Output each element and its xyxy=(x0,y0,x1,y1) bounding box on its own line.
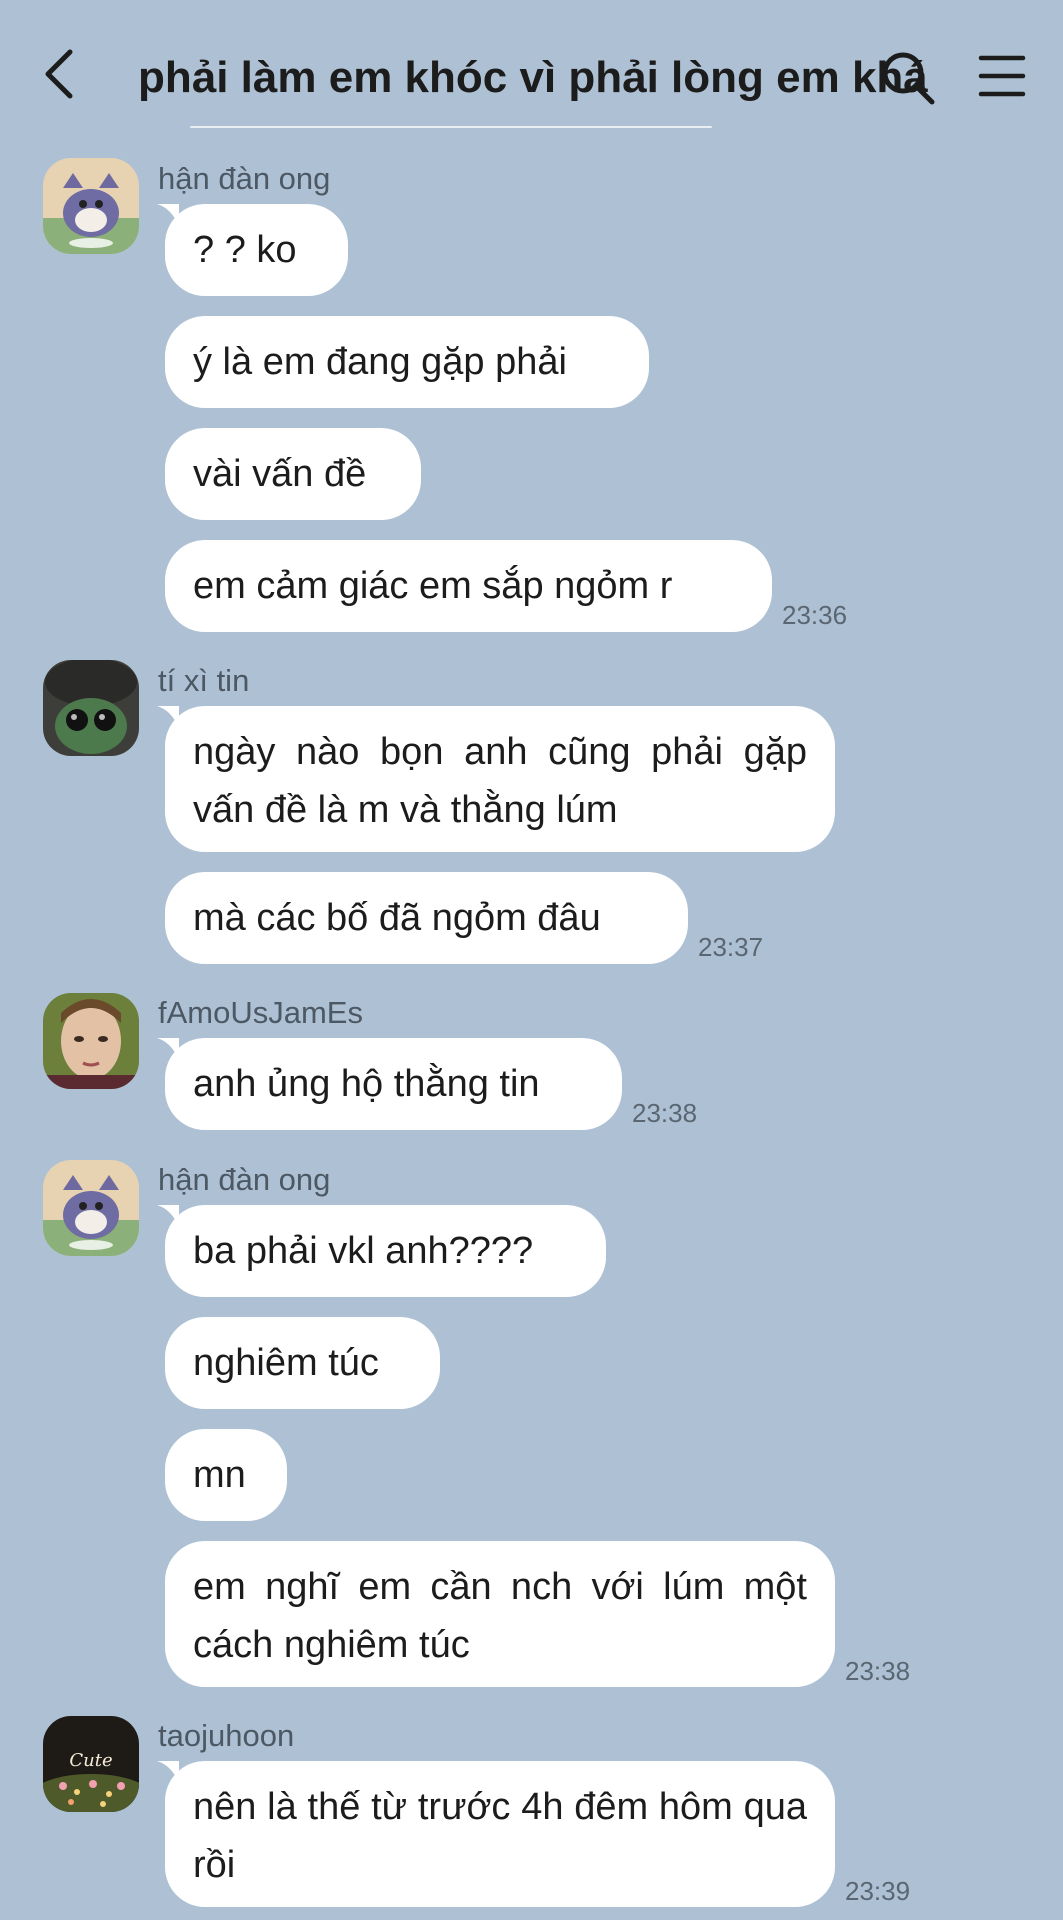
header-divider xyxy=(190,126,712,128)
message-timestamp: 23:36 xyxy=(782,600,848,630)
menu-button[interactable] xyxy=(978,52,1026,100)
message-text: ngày nào bọn anh cũng phải gặp vấn đề là… xyxy=(193,731,807,831)
chevron-left-icon xyxy=(45,49,73,99)
avatar-famousjames[interactable] xyxy=(43,993,139,1089)
message-bubble[interactable]: ? ? ko xyxy=(165,204,348,296)
message-text: anh ủng hộ thằng tin xyxy=(193,1063,540,1105)
message-text: mà các bố đã ngỏm đâu xyxy=(193,897,601,939)
message-bubble[interactable]: em nghĩ em cần nch với lúm một cách nghi… xyxy=(165,1541,835,1687)
avatar-taojuhoon[interactable]: Cute xyxy=(43,1716,139,1812)
message-timestamp: 23:39 xyxy=(845,1876,911,1906)
message-bubble[interactable]: mà các bố đã ngỏm đâu xyxy=(165,872,688,964)
sender-name: hận đàn ong xyxy=(158,161,331,196)
sender-name: taojuhoon xyxy=(158,1718,295,1753)
message-bubble[interactable]: vài vấn đề xyxy=(165,428,421,520)
message-text: ý là em đang gặp phải xyxy=(193,341,567,383)
message-text: ba phải vkl anh???? xyxy=(193,1230,534,1272)
back-button[interactable] xyxy=(38,44,88,104)
chat-title: phải làm em khóc vì phải lòng em khác xyxy=(138,53,928,102)
message-bubble[interactable]: ngày nào bọn anh cũng phải gặp vấn đề là… xyxy=(165,706,835,852)
hamburger-menu-icon xyxy=(978,55,1026,97)
sender-name: fAmoUsJamEs xyxy=(158,995,363,1030)
message-bubble[interactable]: anh ủng hộ thằng tin xyxy=(165,1038,622,1130)
message-text: em nghĩ em cần nch với lúm một cách nghi… xyxy=(193,1566,807,1666)
sender-name: tí xì tin xyxy=(158,663,250,698)
message-bubble[interactable]: nên là thế từ trước 4h đêm hôm qua rồi xyxy=(165,1761,835,1907)
message-bubble[interactable]: nghiêm túc xyxy=(165,1317,440,1409)
avatar-han-dan-ong[interactable] xyxy=(43,158,139,254)
chat-header: phải làm em khóc vì phải lòng em khác xyxy=(0,0,1063,130)
message-timestamp: 23:38 xyxy=(632,1098,698,1128)
search-button[interactable] xyxy=(878,48,938,108)
avatar-ti-xi-tin[interactable] xyxy=(43,660,139,756)
message-text: mn xyxy=(193,1454,246,1496)
message-text: ? ? ko xyxy=(193,229,297,271)
message-bubble[interactable]: mn xyxy=(165,1429,287,1521)
search-icon xyxy=(882,52,935,105)
message-text: em cảm giác em sắp ngỏm r xyxy=(193,565,673,607)
avatar-han-dan-ong[interactable] xyxy=(43,1160,139,1256)
sender-name: hận đàn ong xyxy=(158,1162,331,1197)
message-bubble[interactable]: ba phải vkl anh???? xyxy=(165,1205,606,1297)
message-timestamp: 23:38 xyxy=(845,1656,911,1686)
svg-text:Cute: Cute xyxy=(69,1750,112,1771)
message-text: vài vấn đề xyxy=(193,453,367,495)
message-bubble[interactable]: em cảm giác em sắp ngỏm r xyxy=(165,540,772,632)
message-text: nên là thế từ trước 4h đêm hôm qua rồi xyxy=(193,1786,807,1886)
message-text: nghiêm túc xyxy=(193,1342,379,1384)
message-timestamp: 23:37 xyxy=(698,932,764,962)
message-bubble[interactable]: ý là em đang gặp phải xyxy=(165,316,649,408)
